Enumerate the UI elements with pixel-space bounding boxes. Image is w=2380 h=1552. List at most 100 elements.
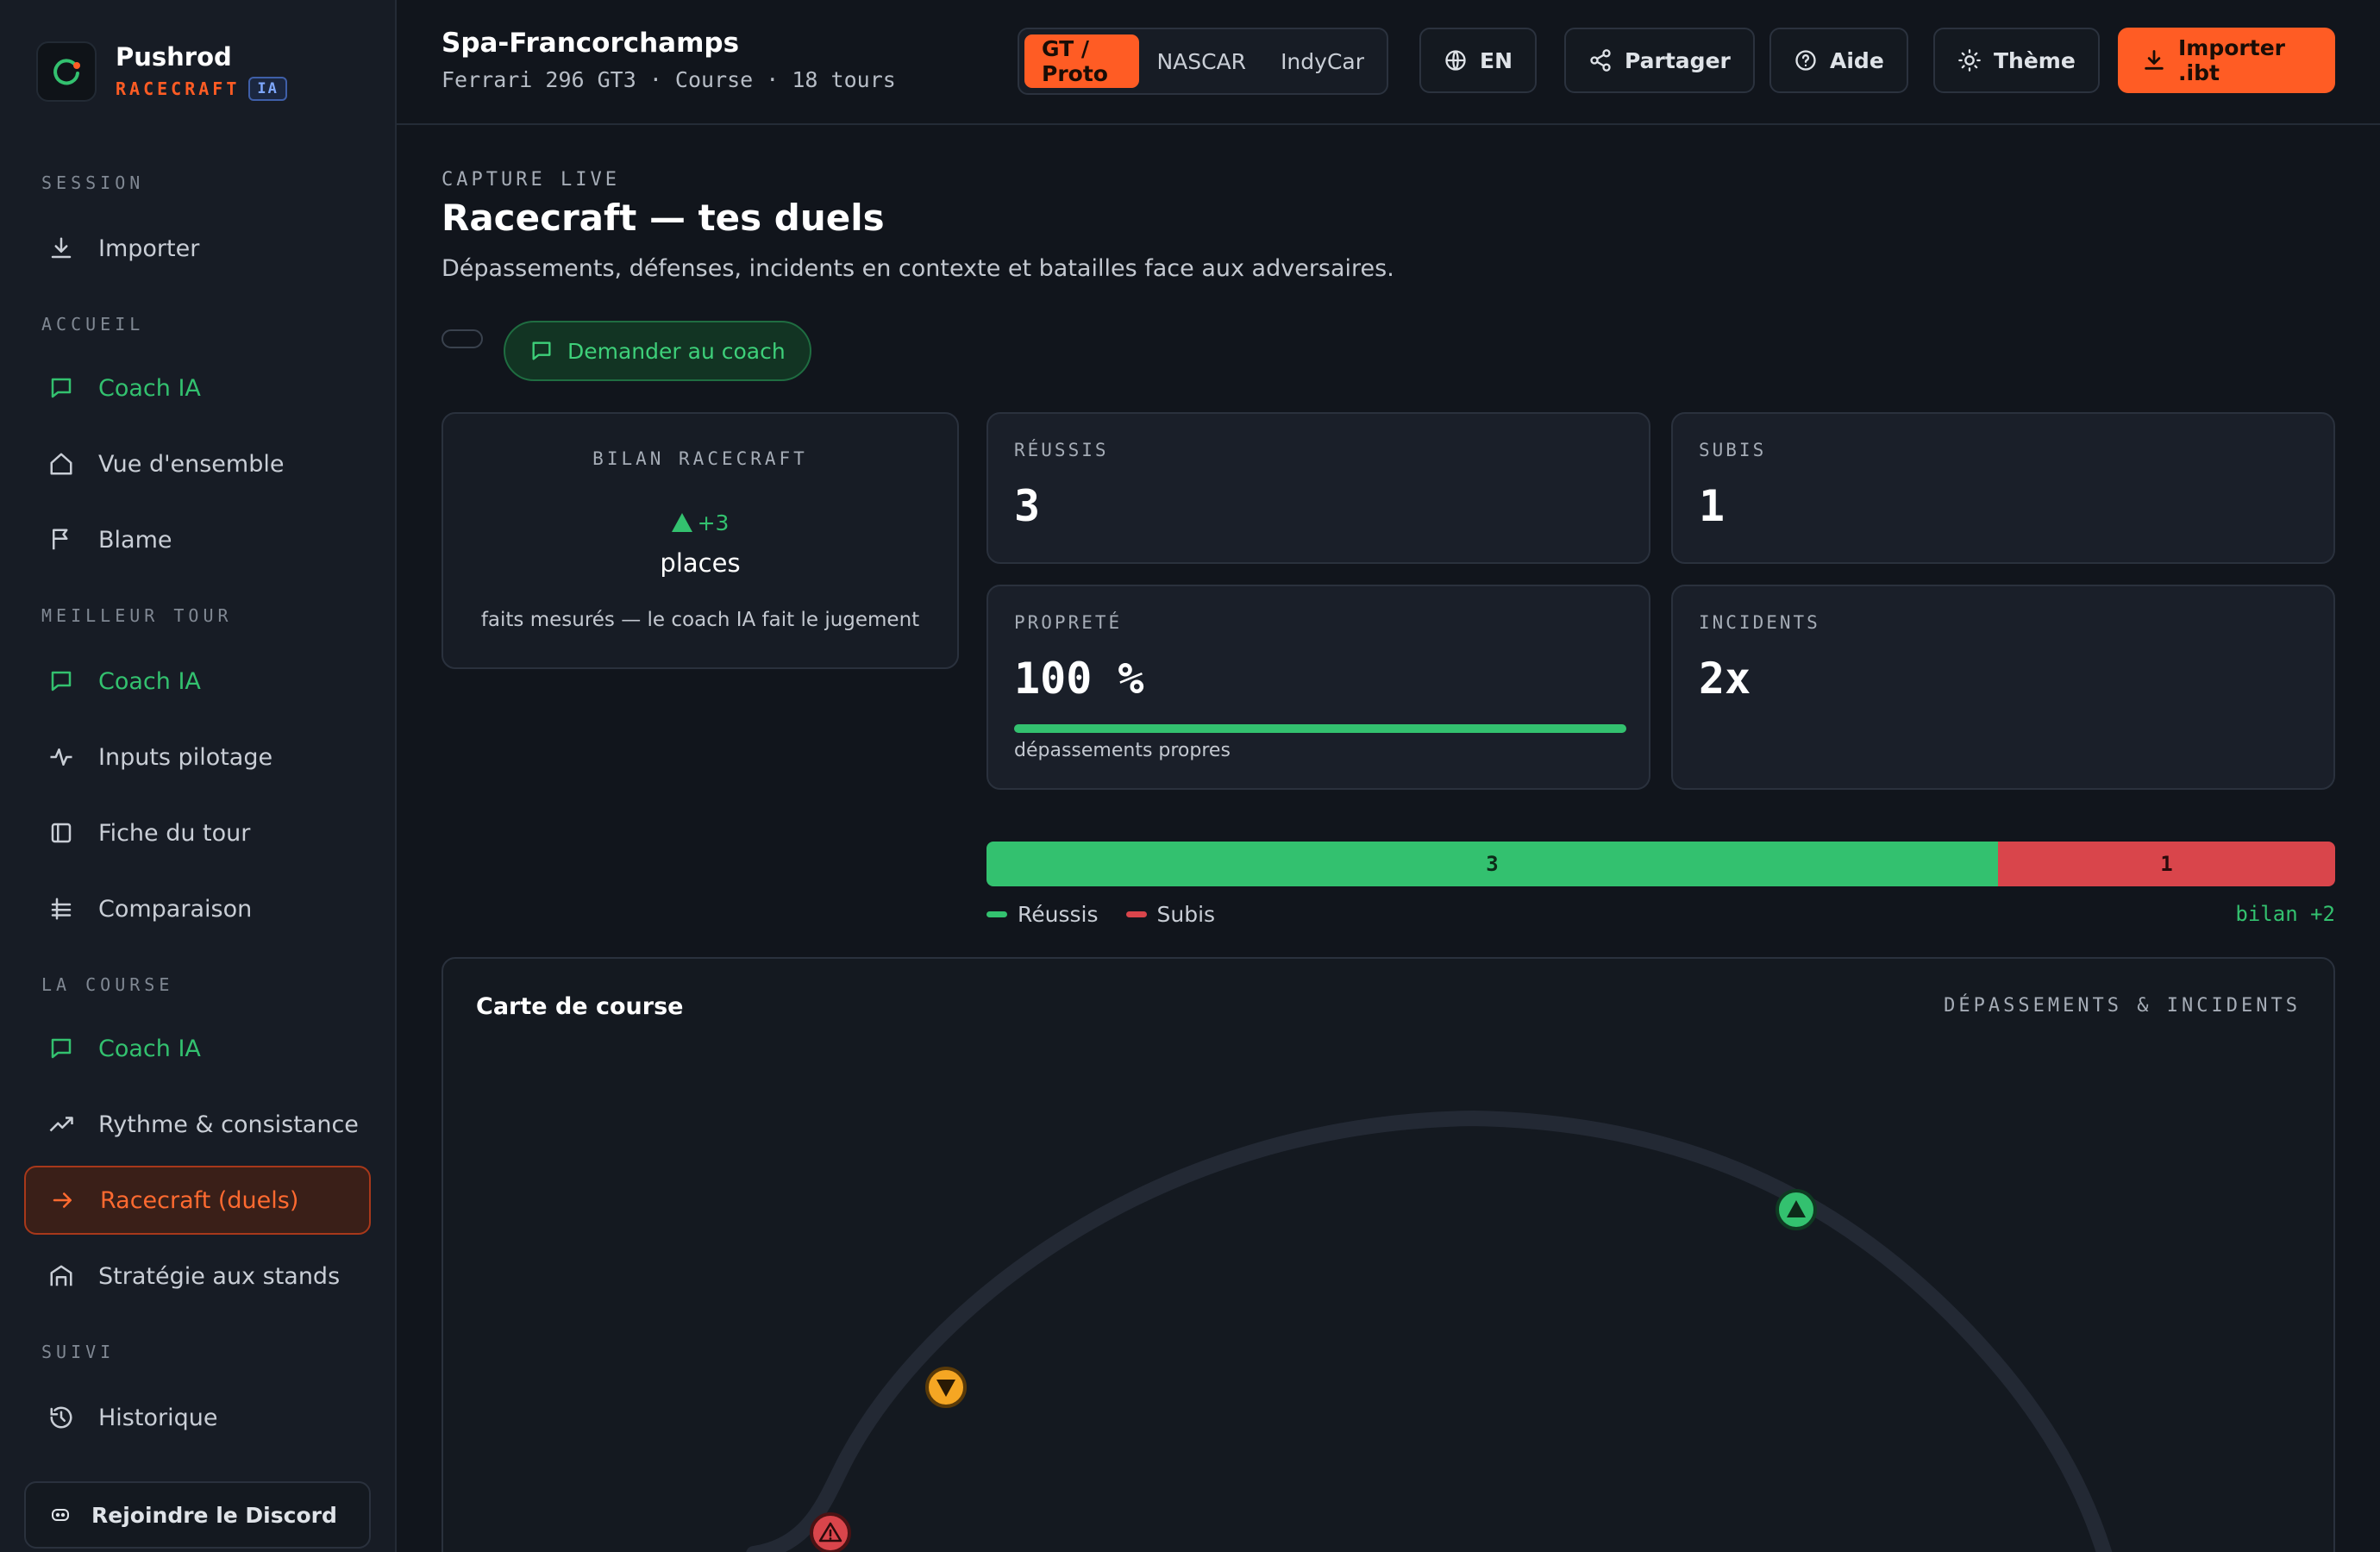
sun-icon	[1957, 48, 1982, 72]
series-option-nascar[interactable]: NASCAR	[1139, 34, 1263, 88]
brand-subtitle: RACECRAFT	[116, 78, 241, 99]
legend-label-won: Réussis	[1018, 902, 1099, 927]
bilan-unit: places	[660, 548, 741, 578]
sidebar-item-coach-course[interactable]: Coach IA	[24, 1014, 371, 1083]
track-name: Spa-Francorchamps	[442, 28, 740, 59]
download-icon	[2142, 48, 2166, 72]
sidebar-item-coach-meilleur-tour[interactable]: Coach IA	[24, 647, 371, 716]
duels-lost-segment: 1	[1998, 842, 2335, 886]
duels-total: bilan +2	[2235, 902, 2335, 926]
language-label: EN	[1480, 47, 1513, 73]
bilan-delta: +3	[443, 510, 957, 535]
sidebar-item-historique[interactable]: Historique	[24, 1383, 371, 1452]
sidebar-item-inputs-pilotage[interactable]: Inputs pilotage	[24, 723, 371, 792]
sidebar-item-racecraft[interactable]: Racecraft (duels)	[24, 1166, 371, 1235]
sidebar-item-label: Inputs pilotage	[98, 743, 273, 771]
stat-card-proprete: PROPRETÉ 100 % dépassements propres	[986, 585, 1650, 790]
sidebar-item-label: Vue d'ensemble	[98, 450, 285, 478]
cleanliness-progress-fill	[1014, 724, 1626, 733]
discord-label: Rejoindre le Discord	[91, 1502, 337, 1528]
up-arrow-icon	[671, 513, 692, 532]
sidebar-item-coach-accueil[interactable]: Coach IA	[24, 354, 371, 422]
sidebar-item-label: Coach IA	[98, 1035, 201, 1062]
sidebar-item-importer[interactable]: Importer	[24, 214, 371, 283]
ask-coach-label: Demander au coach	[567, 338, 786, 364]
globe-icon	[1444, 48, 1468, 72]
theme-button[interactable]: Thème	[1933, 28, 2100, 93]
sidebar-item-vue-ensemble[interactable]: Vue d'ensemble	[24, 429, 371, 498]
import-ibt-button[interactable]: Importer .ibt	[2118, 28, 2335, 93]
duels-won-segment: 3	[986, 842, 1998, 886]
share-button[interactable]: Partager	[1564, 28, 1755, 93]
legend-swatch-lost	[1125, 911, 1147, 917]
sidebar: Pushrod RACECRAFT IA SESSION Importer AC…	[0, 0, 397, 1552]
stat-value: 100 %	[1014, 654, 1144, 704]
share-icon	[1588, 48, 1613, 72]
ask-coach-button[interactable]: Demander au coach	[504, 321, 811, 381]
sidebar-item-label: Comparaison	[98, 895, 253, 923]
bilan-note: faits mesurés — le coach IA fait le juge…	[480, 609, 920, 631]
logo-icon	[36, 41, 97, 102]
compare-icon	[47, 894, 76, 923]
section-label-la-course: LA COURSE	[41, 974, 174, 995]
share-label: Partager	[1625, 47, 1731, 73]
sidebar-item-label: Stratégie aux stands	[98, 1262, 341, 1290]
sidebar-item-comparaison[interactable]: Comparaison	[24, 874, 371, 943]
history-icon	[47, 1403, 76, 1432]
help-button[interactable]: Aide	[1769, 28, 1908, 93]
toggle-pill[interactable]	[442, 329, 483, 348]
duels-ratio-bar: 3 1	[986, 842, 2335, 886]
legend-label-lost: Subis	[1156, 902, 1216, 927]
duels-legend: Réussis Subis	[986, 902, 1243, 927]
import-ibt-label: Importer .ibt	[2178, 35, 2285, 85]
discord-icon	[50, 1505, 71, 1525]
section-label-session: SESSION	[41, 172, 145, 193]
language-button[interactable]: EN	[1419, 28, 1538, 93]
session-info: Ferrari 296 GT3 · Course · 18 tours	[442, 67, 896, 92]
track-map	[746, 1110, 2113, 1552]
sidebar-item-label: Coach IA	[98, 667, 201, 695]
garage-icon	[47, 1261, 76, 1291]
series-selector: GT / Proto NASCAR IndyCar	[1018, 28, 1388, 95]
lost-position-icon[interactable]	[925, 1367, 967, 1408]
home-icon	[47, 449, 76, 479]
brand[interactable]: Pushrod RACECRAFT IA	[36, 41, 287, 102]
sidebar-item-rythme[interactable]: Rythme & consistance	[24, 1090, 371, 1159]
section-label-accueil: ACCUEIL	[41, 314, 145, 335]
help-label: Aide	[1830, 47, 1884, 73]
chat-icon	[529, 339, 554, 363]
series-option-gt-proto[interactable]: GT / Proto	[1024, 34, 1140, 88]
theme-label: Thème	[1994, 47, 2076, 73]
bilan-label: BILAN RACECRAFT	[592, 448, 808, 469]
sidebar-item-blame[interactable]: Blame	[24, 505, 371, 574]
sidebar-item-strategie[interactable]: Stratégie aux stands	[24, 1242, 371, 1311]
stat-card-incidents: INCIDENTS 2x	[1671, 585, 2335, 790]
stat-value: 2x	[1699, 654, 1751, 704]
stat-value: 1	[1699, 481, 1726, 531]
stat-value: 3	[1014, 481, 1041, 531]
sidebar-item-label: Importer	[98, 235, 200, 262]
progress-caption: dépassements propres	[1014, 740, 1231, 761]
stat-label: INCIDENTS	[1699, 612, 1820, 633]
topbar: Spa-Francorchamps Ferrari 296 GT3 · Cour…	[397, 0, 2380, 125]
overtake-icon[interactable]	[1776, 1189, 1817, 1230]
page-description: Dépassements, défenses, incidents en con…	[442, 255, 1394, 282]
flag-icon	[47, 525, 76, 554]
ia-badge: IA	[248, 77, 287, 101]
sidebar-item-fiche-du-tour[interactable]: Fiche du tour	[24, 798, 371, 867]
discord-button[interactable]: Rejoindre le Discord	[24, 1481, 371, 1549]
sidebar-item-label: Coach IA	[98, 374, 201, 402]
bilan-card: BILAN RACECRAFT +3 places faits mesurés …	[442, 412, 959, 669]
brand-name: Pushrod	[116, 42, 232, 72]
stat-card-reussis: RÉUSSIS 3	[986, 412, 1650, 564]
section-label-meilleur-tour: MEILLEUR TOUR	[41, 605, 233, 626]
trend-icon	[47, 1110, 76, 1139]
legend-swatch-won	[986, 911, 1007, 917]
race-map-card: Carte de course DÉPASSEMENTS & INCIDENTS	[442, 957, 2335, 1552]
incident-icon[interactable]	[810, 1512, 851, 1552]
page-title: Racecraft — tes duels	[442, 197, 885, 239]
sidebar-item-label: Historique	[98, 1404, 218, 1431]
series-option-indycar[interactable]: IndyCar	[1263, 34, 1381, 88]
sidebar-item-label: Racecraft (duels)	[100, 1186, 299, 1214]
sidebar-item-label: Fiche du tour	[98, 819, 251, 847]
